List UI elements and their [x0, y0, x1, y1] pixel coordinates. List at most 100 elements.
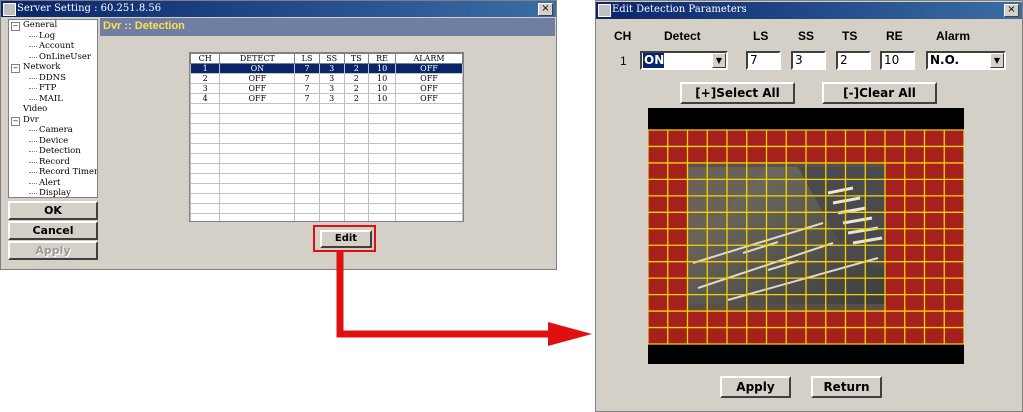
masked-cell[interactable]: [924, 327, 945, 344]
column-header[interactable]: RE: [368, 53, 397, 64]
masked-cell[interactable]: [687, 327, 708, 344]
table-row[interactable]: 4 OFF 7 3 2 10 OFF: [190, 93, 463, 104]
masked-cell[interactable]: [885, 311, 905, 328]
masked-cell[interactable]: [924, 245, 945, 262]
masked-cell[interactable]: [904, 245, 925, 262]
masked-cell[interactable]: [924, 212, 945, 229]
masked-cell[interactable]: [648, 311, 668, 328]
apply-button[interactable]: Apply: [8, 241, 98, 260]
masked-cell[interactable]: [885, 245, 905, 262]
tree-item[interactable]: − Dvr: [9, 115, 97, 126]
column-header[interactable]: TS: [343, 53, 370, 64]
masked-cell[interactable]: [806, 327, 826, 344]
masked-cell[interactable]: [766, 130, 787, 147]
masked-cell[interactable]: [687, 311, 708, 328]
table-row[interactable]: [190, 143, 463, 154]
masked-cell[interactable]: [944, 311, 964, 328]
masked-cell[interactable]: [924, 195, 945, 213]
masked-cell[interactable]: [648, 130, 668, 147]
table-row[interactable]: [190, 173, 463, 184]
masked-cell[interactable]: [904, 195, 925, 213]
masked-cell[interactable]: [667, 261, 688, 279]
masked-cell[interactable]: [924, 278, 945, 295]
masked-cell[interactable]: [667, 245, 688, 262]
masked-cell[interactable]: [944, 228, 964, 246]
masked-cell[interactable]: [944, 212, 964, 229]
tree-item[interactable]: − General: [9, 20, 97, 31]
masked-cell[interactable]: [667, 228, 688, 246]
masked-cell[interactable]: [904, 278, 925, 295]
masked-cell[interactable]: [648, 294, 668, 312]
masked-cell[interactable]: [885, 130, 905, 147]
column-header[interactable]: CH: [190, 53, 221, 64]
masked-cell[interactable]: [648, 146, 668, 163]
tree-item[interactable]: Record: [9, 157, 97, 168]
column-header[interactable]: DETECT: [219, 53, 296, 64]
table-row[interactable]: [190, 203, 463, 214]
table-row[interactable]: 1 ON 7 3 2 10 OFF: [190, 63, 463, 74]
masked-cell[interactable]: [924, 261, 945, 279]
detect-select[interactable]: ON ▼: [640, 51, 728, 70]
detection-table[interactable]: CH DETECT LS SS TS RE ALARM 1 ON 7 3 2 10 OFF 2 OFF 7 3 2 1…: [190, 53, 463, 221]
masked-cell[interactable]: [944, 278, 964, 295]
masked-cell[interactable]: [944, 146, 964, 163]
masked-cell[interactable]: [786, 146, 806, 163]
masked-cell[interactable]: [865, 146, 885, 163]
table-row[interactable]: [190, 123, 463, 134]
table-row[interactable]: [190, 153, 463, 164]
masked-cell[interactable]: [944, 130, 964, 147]
masked-cell[interactable]: [845, 327, 866, 344]
edit-detection-titlebar[interactable]: Edit Detection Parameters ×: [596, 2, 1022, 19]
table-row[interactable]: [190, 133, 463, 144]
masked-cell[interactable]: [766, 146, 787, 163]
masked-cell[interactable]: [727, 146, 747, 163]
masked-cell[interactable]: [924, 162, 945, 180]
tree-item[interactable]: Device: [9, 136, 97, 147]
masked-cell[interactable]: [924, 146, 945, 163]
masked-cell[interactable]: [944, 294, 964, 312]
motion-detection-grid[interactable]: [648, 108, 964, 364]
masked-cell[interactable]: [648, 327, 668, 344]
tree-item[interactable]: Account: [9, 41, 97, 52]
masked-cell[interactable]: [904, 212, 925, 229]
masked-cell[interactable]: [885, 195, 905, 213]
chevron-down-icon[interactable]: ▼: [712, 53, 726, 68]
masked-cell[interactable]: [667, 162, 688, 180]
masked-cell[interactable]: [825, 130, 846, 147]
masked-cell[interactable]: [667, 311, 688, 328]
table-row[interactable]: 3 OFF 7 3 2 10 OFF: [190, 83, 463, 94]
masked-cell[interactable]: [648, 228, 668, 246]
masked-cell[interactable]: [806, 146, 826, 163]
table-row[interactable]: 2 OFF 7 3 2 10 OFF: [190, 73, 463, 84]
tree-item[interactable]: Video: [9, 104, 97, 115]
masked-cell[interactable]: [865, 327, 885, 344]
masked-cell[interactable]: [904, 228, 925, 246]
alarm-select[interactable]: N.O. ▼: [926, 51, 1006, 70]
ts-input[interactable]: 2: [836, 51, 871, 70]
table-row[interactable]: [190, 113, 463, 124]
masked-cell[interactable]: [806, 311, 826, 328]
table-row[interactable]: [190, 213, 463, 221]
ss-input[interactable]: 3: [791, 51, 826, 70]
masked-cell[interactable]: [944, 162, 964, 180]
masked-cell[interactable]: [707, 311, 727, 328]
masked-cell[interactable]: [667, 195, 688, 213]
tree-item[interactable]: MAIL: [9, 94, 97, 105]
masked-cell[interactable]: [687, 146, 708, 163]
masked-cell[interactable]: [885, 146, 905, 163]
clear-all-button[interactable]: [-]Clear All: [822, 82, 937, 104]
masked-cell[interactable]: [648, 212, 668, 229]
masked-cell[interactable]: [727, 311, 747, 328]
settings-tree[interactable]: − General Log Account OnLineUser − Network DDNS…: [8, 19, 98, 198]
column-header[interactable]: SS: [318, 53, 345, 64]
masked-cell[interactable]: [746, 311, 767, 328]
tree-item[interactable]: Detection: [9, 146, 97, 157]
masked-cell[interactable]: [786, 327, 806, 344]
masked-cell[interactable]: [904, 311, 925, 328]
masked-cell[interactable]: [944, 179, 964, 196]
masked-cell[interactable]: [885, 327, 905, 344]
apply-edit-button[interactable]: Apply: [720, 376, 791, 398]
masked-cell[interactable]: [904, 327, 925, 344]
masked-cell[interactable]: [904, 146, 925, 163]
masked-cell[interactable]: [904, 162, 925, 180]
